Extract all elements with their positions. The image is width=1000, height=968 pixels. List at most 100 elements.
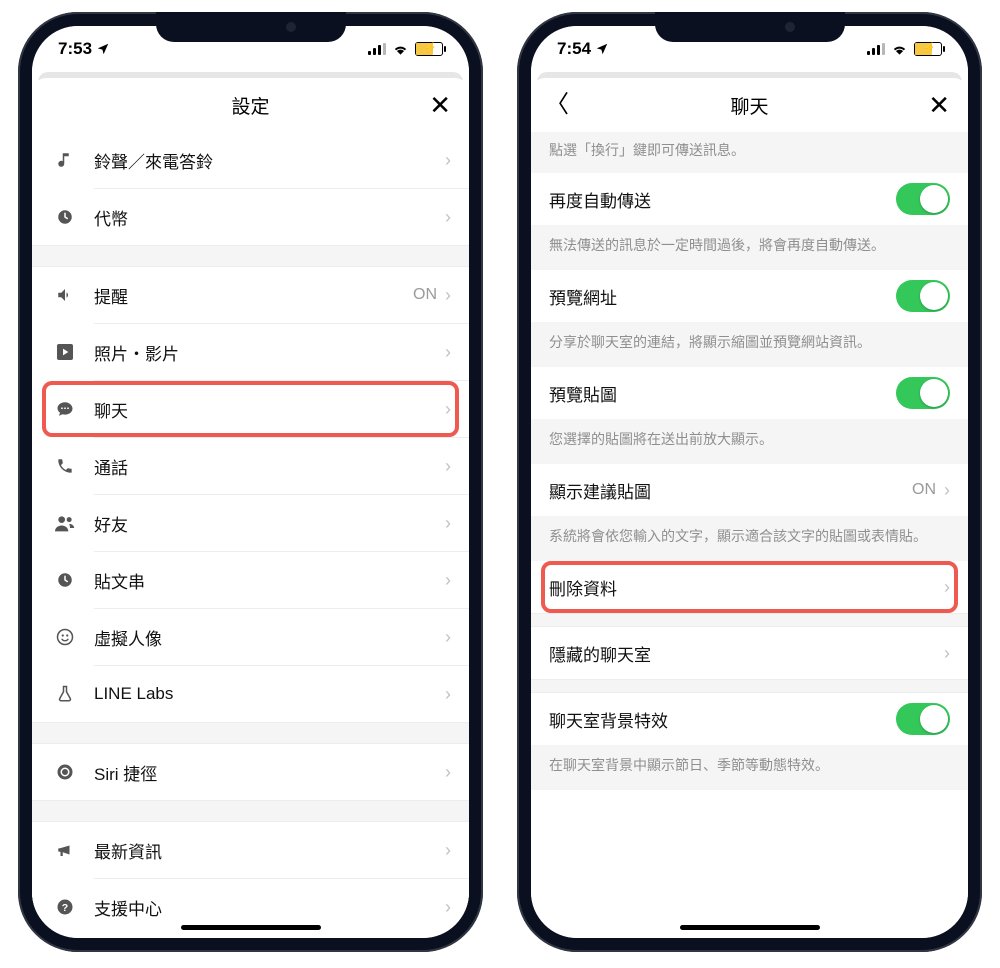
row-labs[interactable]: LINE Labs › [32, 666, 469, 722]
row-coins[interactable]: 代幣 › [32, 189, 469, 245]
home-indicator[interactable] [680, 925, 820, 930]
clock-icon [50, 208, 80, 226]
chevron-right-icon: › [445, 897, 451, 918]
row-calls[interactable]: 通話 › [32, 438, 469, 494]
row-value: ON [912, 481, 936, 499]
row-label: 照片・影片 [94, 340, 445, 365]
row-label: 通話 [94, 454, 445, 479]
friends-icon [50, 514, 80, 532]
wifi-icon [891, 43, 908, 55]
screen-right: 7:54 ⚡ 〈 聊天 ✕ 點選「換行」鍵即可傳送訊息。 再度自動傳送 [531, 26, 968, 938]
row-label: 預覽貼圖 [549, 381, 896, 406]
chevron-right-icon: › [445, 762, 451, 783]
row-chat[interactable]: 聊天 › [32, 381, 469, 437]
row-friends[interactable]: 好友 › [32, 495, 469, 551]
phone-icon [50, 457, 80, 475]
section-gap [531, 613, 968, 627]
labs-icon [50, 685, 80, 703]
chat-settings-list[interactable]: 點選「換行」鍵即可傳送訊息。 再度自動傳送 無法傳送的訊息於一定時間過後，將會再… [531, 132, 968, 938]
row-description: 系統將會依您輸入的文字，顯示適合該文字的貼圖或表情貼。 [531, 516, 968, 561]
chevron-right-icon: › [445, 513, 451, 534]
row-auto-resend[interactable]: 再度自動傳送 [531, 173, 968, 225]
chevron-right-icon: › [445, 456, 451, 477]
speaker-icon [50, 286, 80, 304]
row-label: 聊天 [94, 397, 445, 422]
signal-icon [867, 43, 885, 55]
row-label: Siri 捷徑 [94, 760, 445, 785]
row-label: 貼文串 [94, 568, 445, 593]
header: 設定 ✕ [32, 78, 469, 132]
row-avatar[interactable]: 虛擬人像 › [32, 609, 469, 665]
row-label: 虛擬人像 [94, 625, 445, 650]
section-gap [32, 722, 469, 744]
toggle-sticker-preview[interactable] [896, 377, 950, 409]
back-button[interactable]: 〈 [545, 93, 569, 117]
row-label: 鈴聲／來電答鈴 [94, 148, 445, 173]
close-button[interactable]: ✕ [928, 92, 950, 118]
row-value: ON [413, 286, 437, 304]
chevron-right-icon: › [944, 480, 950, 501]
row-label: 聊天室背景特效 [549, 707, 896, 732]
row-label: 提醒 [94, 283, 413, 308]
svg-text:?: ? [62, 902, 68, 914]
row-sticker-preview[interactable]: 預覽貼圖 [531, 367, 968, 419]
row-notifications[interactable]: 提醒 ON › [32, 267, 469, 323]
close-button[interactable]: ✕ [429, 92, 451, 118]
megaphone-icon [50, 841, 80, 859]
row-description: 在聊天室背景中顯示節日、季節等動態特效。 [531, 745, 968, 790]
screen-left: 7:53 ⚡ 設定 ✕ 鈴聲／ [32, 26, 469, 938]
row-delete-data[interactable]: 刪除資料 › [531, 561, 968, 613]
row-hidden-chats[interactable]: 隱藏的聊天室 › [531, 627, 968, 679]
page-title: 聊天 [730, 92, 768, 119]
row-suggest-stickers[interactable]: 顯示建議貼圖 ON › [531, 464, 968, 516]
row-bg-effects[interactable]: 聊天室背景特效 [531, 693, 968, 745]
row-siri[interactable]: Siri 捷徑 › [32, 744, 469, 800]
row-ringtone[interactable]: 鈴聲／來電答鈴 › [32, 132, 469, 188]
phone-right: 7:54 ⚡ 〈 聊天 ✕ 點選「換行」鍵即可傳送訊息。 再度自動傳送 [517, 12, 982, 952]
chevron-right-icon: › [445, 399, 451, 420]
help-icon: ? [50, 898, 80, 916]
row-label: 再度自動傳送 [549, 187, 896, 212]
toggle-bg-effects[interactable] [896, 703, 950, 735]
chevron-right-icon: › [445, 570, 451, 591]
row-label: 好友 [94, 511, 445, 536]
section-gap [32, 800, 469, 822]
music-icon [50, 151, 80, 169]
wifi-icon [392, 43, 409, 55]
row-label: 最新資訊 [94, 838, 445, 863]
row-timeline[interactable]: 貼文串 › [32, 552, 469, 608]
location-icon [595, 42, 609, 56]
row-description: 無法傳送的訊息於一定時間過後，將會再度自動傳送。 [531, 225, 968, 270]
status-time: 7:53 [58, 39, 92, 59]
settings-list[interactable]: 鈴聲／來電答鈴 › 代幣 › 提醒 ON › [32, 132, 469, 938]
chevron-right-icon: › [445, 684, 451, 705]
row-label: 支援中心 [94, 895, 445, 920]
row-description: 您選擇的貼圖將在送出前放大顯示。 [531, 419, 968, 464]
avatar-icon [50, 628, 80, 646]
row-photos-videos[interactable]: 照片・影片 › [32, 324, 469, 380]
play-icon [50, 344, 80, 360]
row-url-preview[interactable]: 預覽網址 [531, 270, 968, 322]
notch [655, 12, 845, 42]
section-gap [32, 245, 469, 267]
page-title: 設定 [231, 92, 269, 119]
toggle-auto-resend[interactable] [896, 183, 950, 215]
row-news[interactable]: 最新資訊 › [32, 822, 469, 878]
chevron-right-icon: › [944, 643, 950, 664]
location-icon [96, 42, 110, 56]
section-gap [531, 679, 968, 693]
battery-icon: ⚡ [415, 42, 443, 56]
chevron-right-icon: › [445, 285, 451, 306]
chevron-right-icon: › [445, 840, 451, 861]
siri-icon [50, 763, 80, 781]
row-label: 刪除資料 [549, 575, 944, 600]
battery-icon: ⚡ [914, 42, 942, 56]
signal-icon [368, 43, 386, 55]
chevron-right-icon: › [445, 150, 451, 171]
home-indicator[interactable] [181, 925, 321, 930]
row-label: LINE Labs [94, 684, 445, 704]
hint-text: 點選「換行」鍵即可傳送訊息。 [531, 132, 968, 173]
toggle-url-preview[interactable] [896, 280, 950, 312]
chevron-right-icon: › [445, 342, 451, 363]
status-time: 7:54 [557, 39, 591, 59]
